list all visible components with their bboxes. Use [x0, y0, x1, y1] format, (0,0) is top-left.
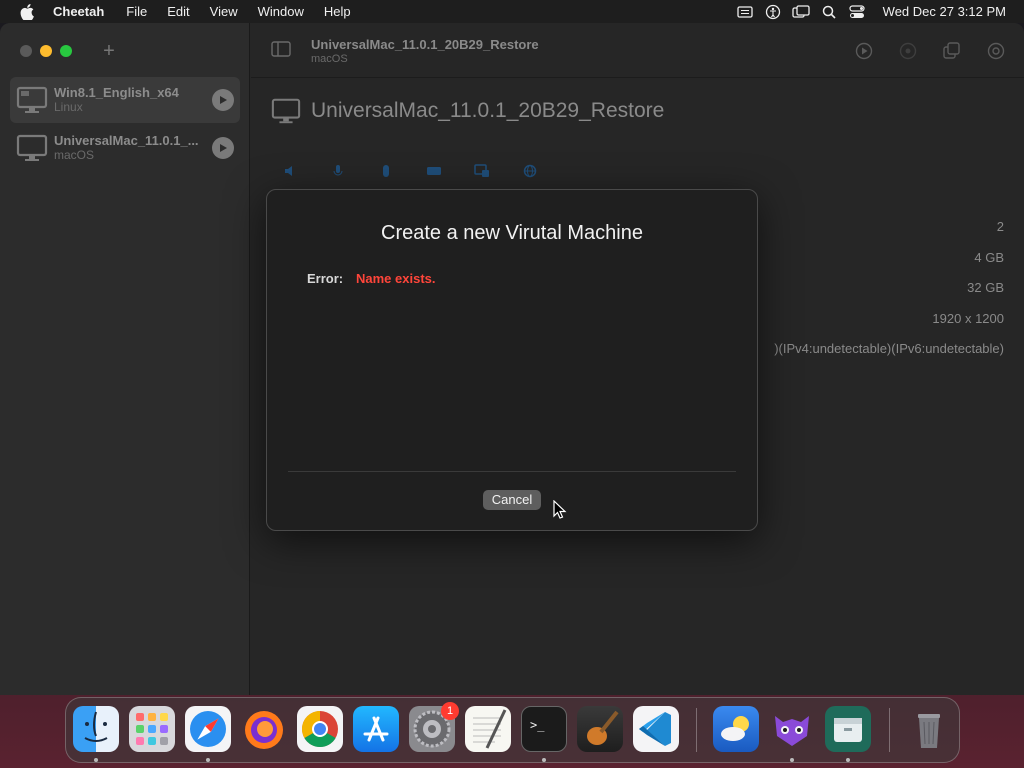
dock-separator	[696, 708, 697, 752]
spec-network-value: )(IPv4:undetectable)(IPv6:undetectable)	[774, 341, 1004, 356]
close-button[interactable]	[20, 45, 32, 57]
network-icon[interactable]	[521, 163, 539, 179]
spec-disk-value: 32 GB	[967, 280, 1004, 295]
finder-icon[interactable]	[73, 706, 119, 752]
chrome-icon[interactable]	[297, 706, 343, 752]
cheetah-app-icon[interactable]	[769, 706, 815, 752]
apple-icon[interactable]	[19, 3, 35, 20]
vm-name: Win8.1_English_x64	[54, 85, 179, 100]
sidebar-vm-item[interactable]: UniversalMac_11.0.1_... macOS	[10, 125, 240, 171]
trash-icon[interactable]	[906, 706, 952, 752]
device-icon-row	[281, 163, 539, 179]
error-label: Error:	[307, 271, 344, 286]
vm-title: UniversalMac_11.0.1_20B29_Restore	[311, 99, 665, 122]
search-icon[interactable]	[815, 0, 843, 23]
toolbar-subtitle: macOS	[311, 53, 348, 65]
terminal-icon[interactable]: >_	[521, 706, 567, 752]
toolbar: UniversalMac_11.0.1_20B29_Restore macOS	[251, 23, 1024, 78]
monitor-icon	[16, 86, 48, 113]
app-store-icon[interactable]	[353, 706, 399, 752]
spec-cpu-value: 2	[996, 219, 1004, 234]
vm-header: UniversalMac_11.0.1_20B29_Restore	[271, 96, 664, 126]
zoom-button[interactable]	[60, 45, 72, 57]
menu-bar: Cheetah File Edit View Window Help Wed D…	[0, 0, 1024, 23]
sidebar-vm-item[interactable]: Win8.1_English_x64 Linux	[10, 77, 240, 123]
settings-icon[interactable]	[986, 41, 1006, 61]
mouse-cursor-icon	[553, 500, 567, 519]
monitor-icon	[271, 98, 301, 124]
running-indicator	[846, 758, 850, 762]
dialog-title: Create a new Virutal Machine	[381, 222, 643, 244]
screen-mirroring-icon[interactable]	[787, 0, 815, 23]
menu-file[interactable]: File	[126, 4, 147, 19]
start-icon[interactable]	[854, 41, 874, 61]
recovery-icon[interactable]	[898, 41, 918, 61]
dock-separator	[889, 708, 890, 752]
control-center-icon[interactable]	[843, 0, 871, 23]
running-indicator	[790, 758, 794, 762]
vscode-icon[interactable]	[633, 706, 679, 752]
vm-name: UniversalMac_11.0.1_...	[54, 133, 199, 148]
display-icon[interactable]	[473, 163, 491, 179]
sidebar-toggle-icon[interactable]	[271, 41, 291, 62]
monitor-icon	[16, 134, 48, 161]
running-indicator	[94, 758, 98, 762]
mouse-icon[interactable]	[377, 163, 395, 179]
weather-icon[interactable]	[713, 706, 759, 752]
keyboard-icon[interactable]	[425, 163, 443, 179]
menu-edit[interactable]: Edit	[167, 4, 189, 19]
add-vm-button[interactable]: +	[100, 40, 118, 63]
window-controls	[20, 45, 72, 57]
spec-display-value: 1920 x 1200	[932, 310, 1004, 326]
toolbar-title: UniversalMac_11.0.1_20B29_Restore	[311, 37, 539, 52]
play-icon[interactable]	[212, 137, 234, 159]
running-indicator	[542, 758, 546, 762]
play-icon[interactable]	[212, 89, 234, 111]
garageband-icon[interactable]	[577, 706, 623, 752]
sidebar: + Win8.1_English_x64 Linux UniversalMac_…	[0, 23, 250, 695]
minimize-button[interactable]	[40, 45, 52, 57]
spec-memory-value: 4 GB	[974, 249, 1004, 265]
create-vm-dialog: Create a new Virutal Machine Error: Name…	[266, 189, 758, 531]
menu-help[interactable]: Help	[324, 4, 351, 19]
notification-badge: 1	[441, 702, 459, 720]
microphone-icon[interactable]	[329, 163, 347, 179]
archive-utility-icon[interactable]	[825, 706, 871, 752]
safari-icon[interactable]	[185, 706, 231, 752]
menu-window[interactable]: Window	[258, 4, 304, 19]
vm-os: macOS	[54, 148, 95, 162]
cancel-button[interactable]: Cancel	[483, 490, 541, 510]
vm-os: Linux	[54, 100, 83, 114]
launchpad-icon[interactable]	[129, 706, 175, 752]
clone-icon[interactable]	[942, 41, 962, 61]
svg-text:>_: >_	[530, 718, 545, 732]
list-status-icon[interactable]	[731, 0, 759, 23]
accessibility-icon[interactable]	[759, 0, 787, 23]
dock: 1 >_	[65, 697, 960, 763]
menu-clock[interactable]: Wed Dec 27 3:12 PM	[883, 4, 1006, 19]
firefox-icon[interactable]	[241, 706, 287, 752]
app-menu[interactable]: Cheetah	[53, 4, 104, 19]
dialog-divider	[288, 471, 736, 472]
textedit-icon[interactable]	[465, 706, 511, 752]
vm-specs: 2 4 GB 32 GB 1920 x 1200 )(IPv4:undetect…	[774, 219, 1004, 372]
speaker-icon[interactable]	[281, 163, 299, 179]
error-message: Name exists.	[356, 271, 436, 286]
menu-view[interactable]: View	[210, 4, 238, 19]
running-indicator	[206, 758, 210, 762]
